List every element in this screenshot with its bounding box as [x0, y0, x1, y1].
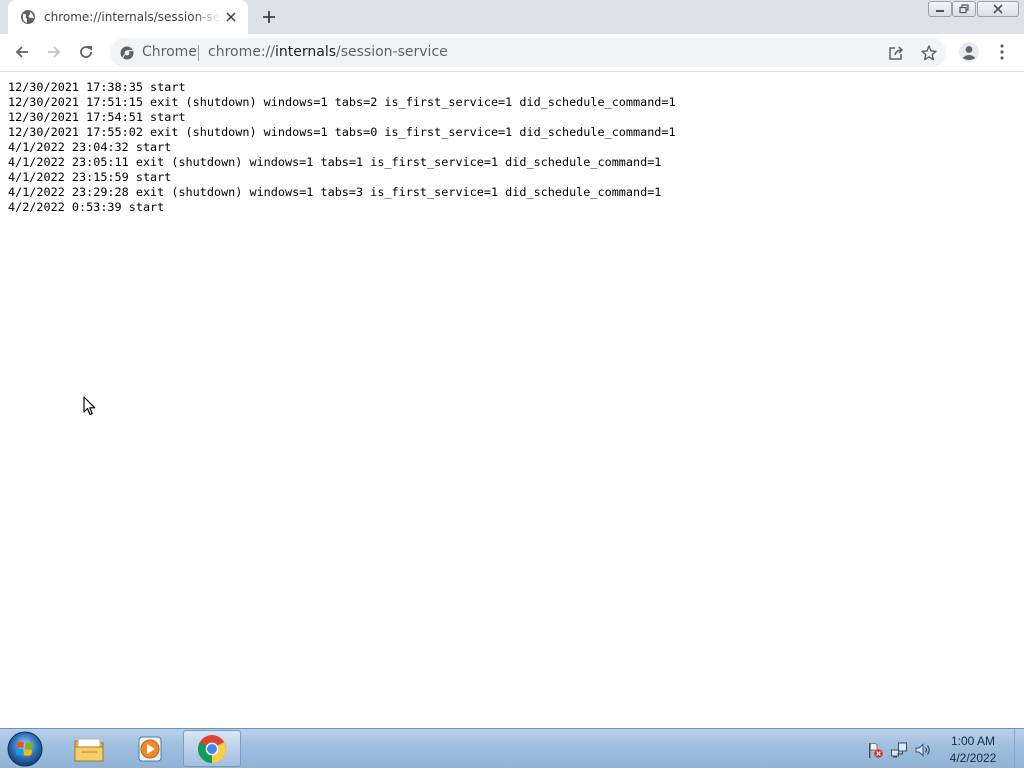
volume-icon[interactable] [914, 741, 932, 759]
windows-start-icon[interactable] [5, 730, 45, 768]
omnibox-divider [198, 45, 199, 61]
globe-icon [20, 9, 36, 25]
kebab-menu-icon[interactable] [994, 41, 1010, 63]
log-line: 4/1/2022 23:15:59 start [8, 170, 172, 184]
log-line: 12/30/2021 17:54:51 start [8, 110, 186, 124]
reload-button[interactable] [72, 38, 100, 66]
share-icon[interactable] [887, 44, 905, 62]
log-line: 12/30/2021 17:38:35 start [8, 80, 186, 94]
reload-icon [80, 46, 92, 58]
chrome-site-icon[interactable] [119, 45, 135, 61]
close-icon[interactable] [222, 8, 240, 26]
taskbar: 1:00 AM 4/2/2022 [0, 728, 1024, 768]
tab-strip: chrome://internals/session-service [0, 0, 1024, 34]
log-line: 4/1/2022 23:29:28 exit (shutdown) window… [8, 185, 662, 199]
address-bar[interactable]: Chrome chrome://internals/session-servic… [110, 38, 946, 67]
browser-toolbar: Chrome chrome://internals/session-servic… [0, 34, 1024, 72]
url-scheme: chrome:// [208, 44, 275, 60]
star-icon[interactable] [920, 44, 938, 62]
new-tab-button[interactable] [258, 6, 280, 28]
url-text[interactable]: chrome://internals/session-service [208, 44, 448, 61]
system-clock[interactable]: 1:00 AM 4/2/2022 [938, 733, 1008, 767]
show-desktop-button[interactable] [1014, 729, 1024, 768]
restore-button[interactable] [952, 1, 976, 17]
log-line: 4/2/2022 0:53:39 start [8, 200, 165, 214]
site-label: Chrome [142, 44, 197, 60]
chrome-icon[interactable] [183, 730, 241, 767]
profile-icon[interactable] [958, 41, 980, 63]
restore-icon [959, 4, 969, 14]
log-line: 4/1/2022 23:04:32 start [8, 140, 172, 154]
back-button[interactable] [8, 38, 36, 66]
close-icon [993, 4, 1003, 14]
plus-icon [263, 11, 275, 23]
network-icon[interactable] [890, 741, 908, 759]
file-explorer-icon[interactable] [60, 730, 118, 767]
forward-arrow-icon [48, 46, 61, 58]
log-line: 12/30/2021 17:55:02 exit (shutdown) wind… [8, 125, 676, 139]
minimize-button[interactable] [928, 1, 952, 17]
url-path: /session-service [336, 44, 448, 60]
url-host: internals [275, 44, 337, 60]
mouse-cursor-icon [83, 396, 97, 416]
minimize-icon [936, 10, 944, 12]
action-center-flag-icon[interactable] [866, 741, 884, 759]
window-close-button[interactable] [977, 1, 1019, 17]
tab-title: chrome://internals/session-service [44, 10, 220, 24]
log-line: 12/30/2021 17:51:15 exit (shutdown) wind… [8, 95, 676, 109]
browser-tab[interactable]: chrome://internals/session-service [8, 0, 248, 34]
forward-button[interactable] [40, 38, 68, 66]
session-log: 12/30/2021 17:38:35 start 12/30/2021 17:… [8, 80, 676, 215]
clock-date: 4/2/2022 [949, 751, 997, 765]
clock-time: 1:00 AM [950, 734, 996, 748]
media-player-icon[interactable] [121, 730, 179, 767]
page-content: 12/30/2021 17:38:35 start 12/30/2021 17:… [0, 72, 1024, 728]
log-line: 4/1/2022 23:05:11 exit (shutdown) window… [8, 155, 662, 169]
back-arrow-icon [15, 46, 28, 58]
